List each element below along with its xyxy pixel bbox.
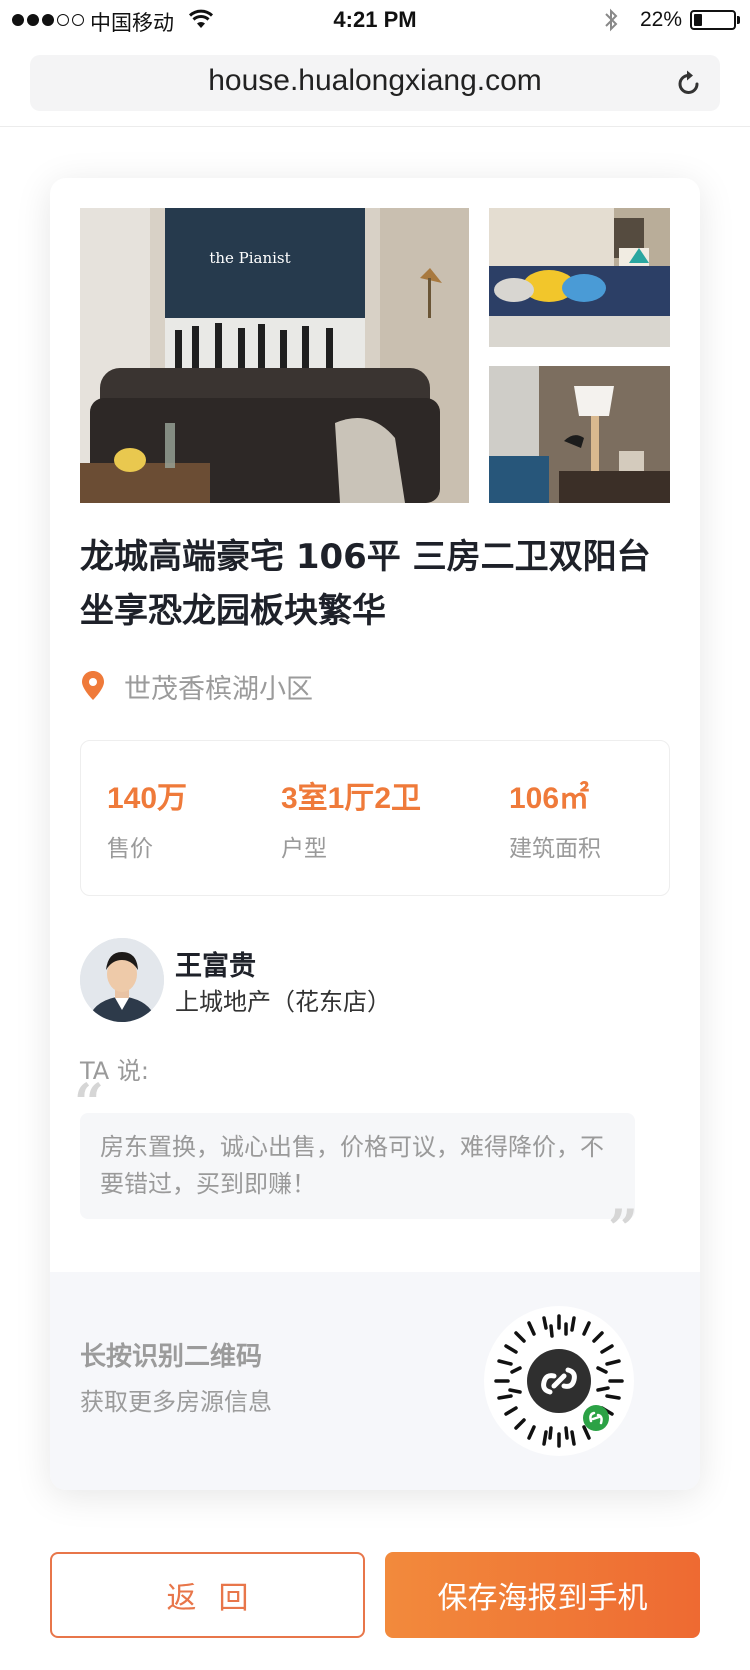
agent-name: 王富贵	[175, 951, 256, 982]
stat-label: 户型	[281, 836, 327, 862]
stat-label: 建筑面积	[509, 836, 601, 862]
reload-icon[interactable]	[676, 69, 702, 97]
clock: 4:21 PM	[333, 7, 417, 32]
comment-text: 房东置换，诚心出售，价格可议，难得降价，不要错过，买到即赚！	[100, 1133, 604, 1198]
status-bar: 中国移动 4:21 PM 22%	[0, 0, 750, 40]
stat-label: 售价	[107, 836, 153, 862]
save-poster-button[interactable]: 保存海报到手机	[385, 1552, 700, 1638]
qr-title: 长按识别二维码	[80, 1342, 263, 1372]
poster-card: the Pianist 龙城高端豪宅 106平 三房二卫双阳台 坐享恐龙园板块繁…	[50, 178, 700, 1490]
stat-price: 140万 售价	[107, 773, 187, 863]
listing-title: 龙城高端豪宅 106平 三房二卫双阳台 坐享恐龙园板块繁华	[80, 530, 680, 638]
bedroom-photo-2	[489, 366, 670, 503]
stat-layout: 3室1厅2卫 户型	[281, 773, 421, 863]
bedroom-photo-1	[489, 208, 670, 347]
agent-avatar	[80, 938, 164, 1022]
qr-section: 长按识别二维码 获取更多房源信息	[50, 1272, 700, 1490]
url-text[interactable]: house.hualongxiang.com	[30, 64, 720, 98]
location: 世茂香槟湖小区	[80, 668, 313, 705]
bluetooth-icon	[605, 8, 618, 32]
stat-value: 140万	[107, 782, 188, 815]
back-button[interactable]: 返回	[50, 1552, 365, 1638]
stat-value: 3室1厅2卫	[281, 782, 422, 815]
listing-stats: 140万 售价 3室1厅2卫 户型 106㎡ 建筑面积	[80, 740, 670, 896]
poster-text: the Pianist	[209, 249, 290, 267]
close-quote-icon: ”	[608, 1199, 638, 1260]
stat-value: 106㎡	[509, 782, 590, 815]
living-room-photo: the Pianist	[80, 208, 469, 503]
mini-program-qr-code[interactable]	[484, 1306, 634, 1456]
location-name: 世茂香槟湖小区	[124, 673, 313, 705]
listing-title-line-1: 龙城高端豪宅 106平 三房二卫双阳台	[80, 537, 651, 577]
battery-tip	[737, 16, 740, 24]
address-bar-divider	[0, 126, 750, 127]
comment-box: 房东置换，诚心出售，价格可议，难得降价，不要错过，买到即赚！	[80, 1113, 635, 1219]
battery-percentage: 22%	[640, 8, 683, 31]
battery-level-fill	[694, 14, 703, 26]
address-bar[interactable]: house.hualongxiang.com	[30, 55, 720, 111]
agent-company: 上城地产（花东店）	[175, 988, 391, 1016]
map-pin-icon	[82, 671, 104, 700]
qr-subtitle: 获取更多房源信息	[80, 1388, 272, 1416]
stat-area: 106㎡ 建筑面积	[509, 773, 601, 863]
battery-icon	[690, 10, 736, 30]
listing-title-line-2: 坐享恐龙园板块繁华	[80, 591, 386, 631]
agent-info: 王富贵 上城地产（花东店）	[80, 938, 640, 1022]
